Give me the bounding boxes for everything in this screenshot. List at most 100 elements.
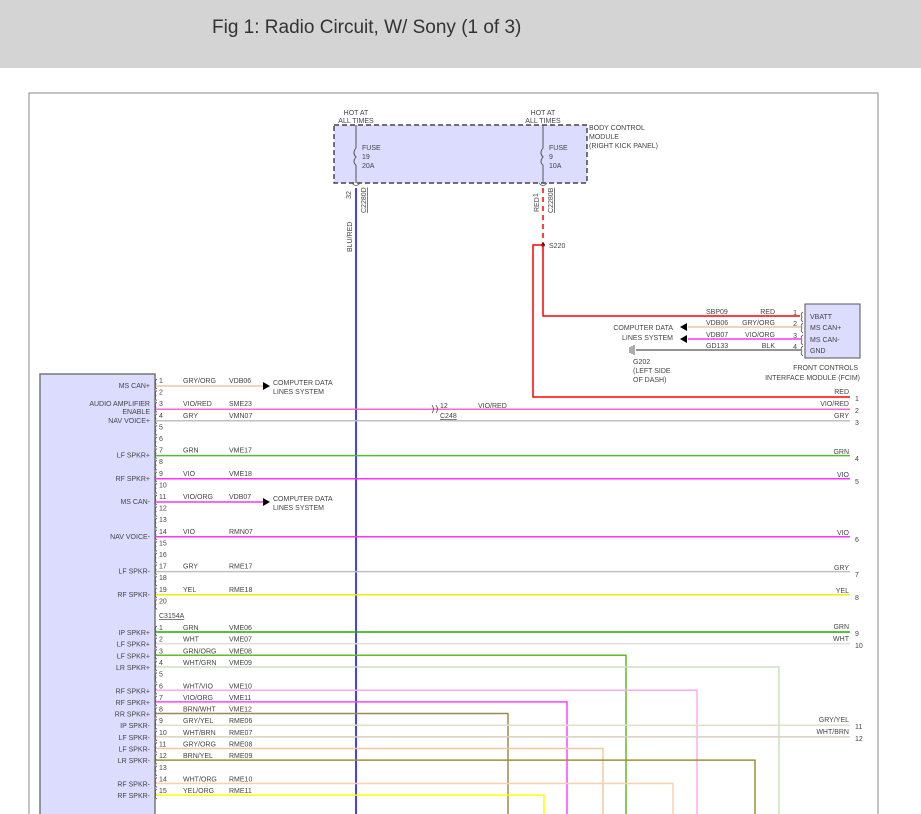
radio-pin-label: RF SPKR- [117, 592, 150, 599]
radio-pin-number: 4 [159, 413, 163, 420]
continuation-wire-label: RED [834, 389, 849, 396]
radio-pin-label: AUDIO AMPLIFIER [89, 401, 150, 408]
radio-pin-number: 1 [159, 378, 163, 385]
radio-wire-color-label: YEL [183, 587, 196, 594]
fcim-circuit-label: VDB06 [706, 320, 728, 327]
fcim-pin-label: VBATT [810, 314, 833, 321]
radio-circuit-label: VME18 [229, 471, 252, 478]
radio-circuit-label: VME11 [229, 695, 252, 702]
hot-at-all-times-label: ALL TIMES [525, 118, 561, 125]
radio-wire-color-label: GRY [183, 564, 198, 571]
continuation-wire-label: GRN [833, 449, 849, 456]
bcm-name-label: (RIGHT KICK PANEL) [589, 143, 658, 150]
continuation-number: 4 [855, 456, 859, 463]
continuation-number: 9 [855, 631, 859, 638]
fcim-circuit-label: SBP09 [706, 309, 728, 316]
radio-pin-number: 7 [159, 695, 163, 702]
radio-wire-color-label: VIO [183, 529, 196, 536]
radio-circuit-label: RME11 [229, 788, 252, 795]
radio-pin-label: MS CAN+ [119, 383, 150, 390]
bcm-pin-number: 1 [533, 193, 540, 197]
fuse-label: 20A [362, 163, 375, 170]
radio-pin-number: 12 [159, 506, 167, 513]
continuation-wire-label: WHT [833, 636, 850, 643]
radio-wire-color-label: GRN/ORG [183, 648, 216, 655]
continuation-wire-label: GRY [834, 565, 849, 572]
radio-pin-number: 2 [159, 637, 163, 644]
radio-pin-number: 16 [159, 552, 167, 559]
continuation-number: 1 [855, 396, 859, 403]
fcim-pin-label: MS CAN- [810, 337, 840, 344]
radio-pin-number: 11 [159, 742, 166, 749]
blu-red-wire-label: BLU/RED [347, 222, 354, 252]
fuse-label: 10A [549, 163, 562, 170]
radio-circuit-label: RMN07 [229, 529, 253, 536]
radio-pin-number: 5 [159, 672, 163, 679]
radio-circuit-label: RME18 [229, 587, 252, 594]
c248-wire-label: VIO/RED [478, 403, 507, 410]
radio-pin-label: RF SPKR+ [116, 700, 150, 707]
radio-pin-number: 3 [159, 401, 163, 408]
radio-pin-label: LF SPKR+ [117, 653, 150, 660]
fuse-label: 19 [362, 154, 370, 161]
radio-pin-number: 12 [159, 753, 167, 760]
radio-wire-color-label: VIO/ORG [183, 695, 213, 702]
radio-circuit-label: VME17 [229, 448, 252, 455]
radio-pin-label: RF SPKR+ [116, 476, 150, 483]
radio-pin-label: IP SPKR- [120, 723, 150, 730]
fuse-label: 9 [549, 154, 553, 161]
continuation-wire-label: WHT/BRN [816, 729, 849, 736]
radio-pin-number: 14 [159, 529, 167, 536]
radio-circuit-label: VME12 [229, 707, 252, 714]
radio-wire-color-label: VIO/ORG [183, 494, 213, 501]
computer-data-lines-label: LINES SYSTEM [622, 335, 673, 342]
computer-data-lines-label: COMPUTER DATA [273, 496, 333, 503]
continuation-number: 3 [855, 420, 859, 427]
radio-circuit-label: VMN07 [229, 413, 252, 420]
fcim-circuit-label: VDB07 [706, 332, 728, 339]
radio-wire-color-label: GRY/ORG [183, 378, 216, 385]
computer-data-lines-label: LINES SYSTEM [273, 389, 324, 396]
splice-label: S220 [549, 243, 565, 250]
radio-pin-number: 15 [159, 540, 167, 547]
radio-circuit-label: RME08 [229, 742, 252, 749]
radio-pin-number: 4 [159, 660, 163, 667]
radio-wire-color-label: GRN [183, 625, 199, 632]
c3154a-connector-label: C3154A [159, 613, 185, 620]
hot-at-all-times-label: HOT AT [531, 110, 556, 117]
fcim-wire-color-label: RED [760, 309, 775, 316]
fcim-pin-number: 1 [793, 310, 797, 317]
radio-pin-number: 9 [159, 718, 163, 725]
radio-pin-label: LF SPKR- [118, 747, 150, 754]
radio-circuit-label: VME09 [229, 660, 252, 667]
bcm-connector-label: C2280B [548, 187, 555, 213]
radio-circuit-label: VME10 [229, 683, 252, 690]
continuation-wire-label: GRY/YEL [819, 717, 849, 724]
radio-pin-number: 9 [159, 471, 163, 478]
radio-circuit-label: SME23 [229, 401, 252, 408]
continuation-wire-label: YEL [836, 588, 849, 595]
radio-circuit-label: VDB07 [229, 494, 251, 501]
fuse-label: FUSE [362, 145, 381, 152]
wiring-diagram: BODY CONTROL MODULE (RIGHT KICK PANEL) HOT … [28, 92, 879, 814]
continuation-wire-label: VIO [837, 530, 850, 537]
continuation-wire-label: VIO/RED [820, 401, 849, 408]
continuation-wire-label: VIO [837, 472, 850, 479]
radio-wire-color-label: GRY [183, 413, 198, 420]
radio-pin-number: 13 [159, 517, 167, 524]
radio-wire-color-label: WHT/ORG [183, 776, 217, 783]
radio-pin-number: 5 [159, 424, 163, 431]
continuation-number: 10 [855, 643, 863, 650]
radio-circuit-label: VME07 [229, 637, 252, 644]
continuation-number: 12 [855, 736, 863, 743]
ground-location-label: (LEFT SIDE [633, 368, 671, 375]
radio-pin-label: RF SPKR+ [116, 688, 150, 695]
radio-pin-label: RR SPKR+ [115, 712, 150, 719]
continuation-wire-label: GRY [834, 413, 849, 420]
radio-wire-color-label: GRY/ORG [183, 742, 216, 749]
fcim-pin-label: GND [810, 348, 826, 355]
fcim-name-label: FRONT CONTROLS [793, 365, 858, 372]
radio-pin-label: MS CAN- [120, 499, 150, 506]
computer-data-lines-label: LINES SYSTEM [273, 505, 324, 512]
radio-wire-color-label: WHT/GRN [183, 660, 216, 667]
